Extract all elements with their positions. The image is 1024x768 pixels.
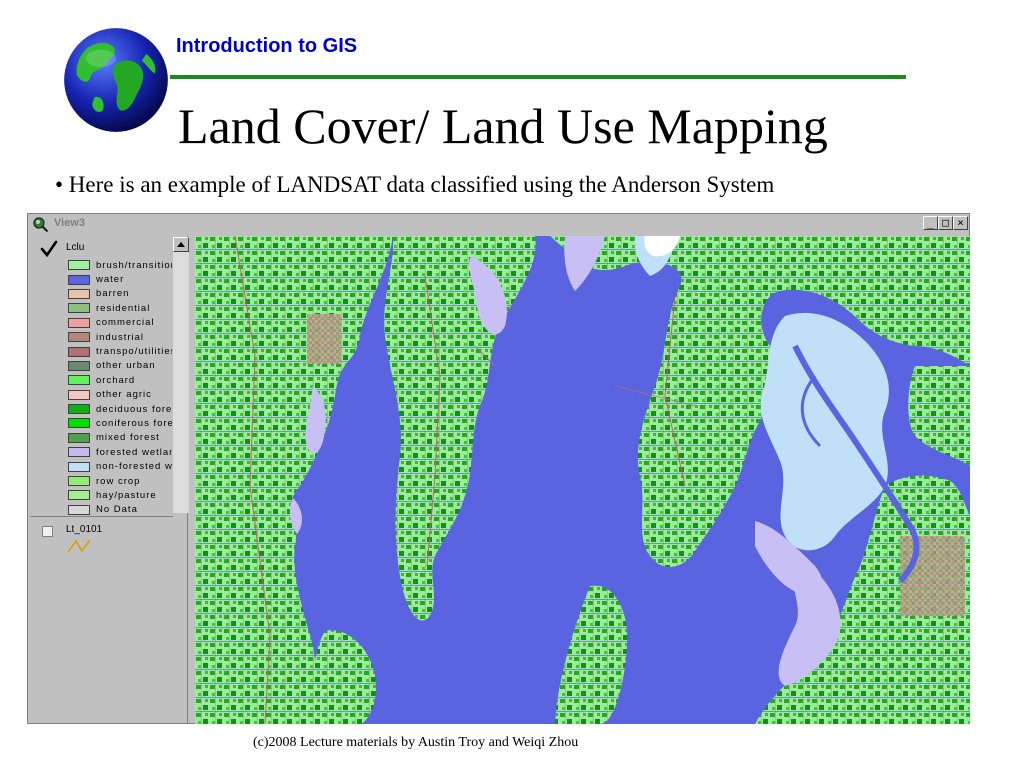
legend-label: No Data — [96, 504, 138, 516]
legend-item: non-forested wetland — [68, 459, 172, 473]
minimize-button[interactable]: _ — [923, 216, 938, 230]
legend-item: other agric — [68, 388, 172, 402]
slide-bullet: • Here is an example of LANDSAT data cla… — [55, 172, 775, 197]
legend-label: barren — [96, 288, 130, 300]
legend-label: deciduous forest — [96, 403, 172, 415]
legend-item: forested wetland — [68, 445, 172, 459]
legend-item: residential — [68, 301, 172, 315]
theme-visibility-checkbox-lt0101[interactable] — [42, 526, 53, 537]
maximize-button[interactable]: □ — [938, 216, 953, 230]
legend-label: non-forested wetland — [96, 461, 172, 473]
theme-visible-checkmark-icon[interactable] — [40, 240, 58, 258]
legend-swatch — [68, 303, 90, 314]
legend-swatch — [68, 490, 90, 501]
legend-label: residential — [96, 302, 151, 314]
slide-footer: (c)2008 Lecture materials by Austin Troy… — [253, 735, 579, 750]
scroll-up-arrow-icon[interactable] — [173, 237, 189, 252]
globe-logo — [64, 28, 168, 132]
legend-label: other urban — [96, 360, 156, 372]
legend-label: water — [96, 274, 125, 286]
land-cover-map[interactable] — [195, 236, 970, 724]
legend-item: coniferous forest — [68, 416, 172, 430]
toc-scrollbar[interactable] — [173, 237, 189, 513]
slide-title: Land Cover/ Land Use Mapping — [178, 98, 828, 154]
land-cover-legend: brush/transitional water barren residential… — [68, 258, 172, 517]
legend-item: mixed forest — [68, 431, 172, 445]
legend-swatch — [68, 360, 90, 371]
legend-label: mixed forest — [96, 432, 160, 444]
legend-label: coniferous forest — [96, 417, 172, 429]
legend-item: transpo/utilities — [68, 344, 172, 358]
view-window: View3 _ □ × Lclu brush/transitional water… — [27, 213, 970, 724]
legend-item: deciduous forest — [68, 402, 172, 416]
magnifier-globe-icon — [33, 217, 49, 233]
legend-swatch — [68, 461, 90, 472]
view-window-titlebar[interactable]: View3 _ □ × — [28, 214, 969, 235]
legend-item: hay/pasture — [68, 488, 172, 502]
legend-item: industrial — [68, 330, 172, 344]
line-symbol-icon — [67, 539, 91, 553]
theme-name-lt0101[interactable]: Lt_0101 — [66, 524, 102, 535]
legend-label: commercial — [96, 317, 155, 329]
legend-label: transpo/utilities — [96, 346, 172, 358]
table-of-contents: Lclu brush/transitional water barren reside… — [30, 236, 189, 723]
close-button[interactable]: × — [953, 216, 968, 230]
legend-swatch — [68, 504, 90, 515]
legend-label: forested wetland — [96, 446, 172, 458]
legend-item: other urban — [68, 359, 172, 373]
view-window-title: View3 — [54, 217, 85, 229]
legend-item: barren — [68, 287, 172, 301]
legend-swatch — [68, 418, 90, 429]
toc-divider — [30, 516, 173, 517]
legend-swatch — [68, 317, 90, 328]
legend-swatch — [68, 404, 90, 415]
legend-item: water — [68, 272, 172, 286]
legend-swatch — [68, 389, 90, 400]
legend-label: hay/pasture — [96, 489, 157, 501]
legend-label: row crop — [96, 475, 141, 487]
legend-label: industrial — [96, 331, 145, 343]
legend-label: brush/transitional — [96, 259, 172, 271]
legend-item: row crop — [68, 474, 172, 488]
legend-swatch — [68, 447, 90, 458]
legend-swatch — [68, 288, 90, 299]
legend-swatch — [68, 260, 90, 271]
legend-swatch — [68, 476, 90, 487]
theme-name-lclu[interactable]: Lclu — [66, 242, 84, 253]
legend-item: brush/transitional — [68, 258, 172, 272]
legend-swatch — [68, 332, 90, 343]
legend-swatch — [68, 346, 90, 357]
legend-item: orchard — [68, 373, 172, 387]
legend-swatch — [68, 375, 90, 386]
course-title: Introduction to GIS — [176, 35, 358, 57]
legend-item: commercial — [68, 316, 172, 330]
legend-swatch — [68, 274, 90, 285]
header-rule — [170, 75, 906, 79]
legend-item: No Data — [68, 503, 172, 517]
legend-label: orchard — [96, 374, 136, 386]
legend-label: other agric — [96, 389, 152, 401]
legend-swatch — [68, 432, 90, 443]
